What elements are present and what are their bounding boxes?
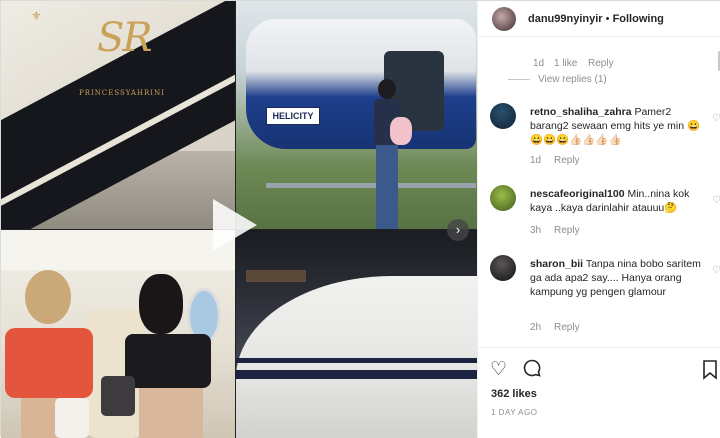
reply-button[interactable]: Reply (588, 58, 614, 69)
comment-body: retno_shaliha_zahra Pamer2 barang2 sewaa… (530, 105, 706, 147)
comment-icon[interactable] (522, 358, 542, 384)
heart-icon[interactable]: ♡ (712, 113, 720, 124)
jet-fuselage (236, 276, 477, 438)
background-lights (246, 270, 306, 282)
comment-body: nescafeoriginal100 Min..nina kok kaya ..… (530, 187, 706, 215)
avatar[interactable] (492, 7, 516, 31)
photo-helicopter: HELICITY (236, 1, 477, 229)
bookmark-icon[interactable] (702, 360, 718, 386)
following-button[interactable]: Following (613, 13, 664, 25)
action-bar: ♡ 362 likes 1 DAY AGO (478, 347, 720, 438)
photo-jet-wing: ⚜ SR PRINCESSYAHRINI (1, 1, 235, 229)
chevron-right-icon[interactable]: › (447, 219, 469, 241)
avatar[interactable] (490, 255, 516, 281)
separator-dot: • (605, 13, 610, 25)
post-sidebar: danu99nyinyir • Following 1d 1 like Repl… (477, 1, 720, 438)
avatar[interactable] (490, 103, 516, 129)
comment-username[interactable]: retno_shaliha_zahra (530, 106, 632, 118)
post-header: danu99nyinyir • Following (478, 1, 720, 37)
avatar[interactable] (490, 185, 516, 211)
comment-time: 3h (530, 225, 542, 236)
fleur-icon: ⚜ (31, 9, 42, 23)
comment-time: 1d (530, 155, 542, 166)
post-date[interactable]: 1 DAY AGO (491, 408, 537, 417)
post-media[interactable]: ⚜ SR PRINCESSYAHRINI HELICITY › (1, 1, 477, 438)
brand-logo: SR (97, 15, 153, 61)
heart-icon[interactable]: ♡ (712, 265, 720, 276)
reply-button[interactable]: Reply (554, 155, 580, 166)
comment-time: 2h (530, 322, 542, 333)
like-count[interactable]: 1 like (554, 58, 577, 69)
header-user: danu99nyinyir • Following (528, 13, 664, 25)
helicity-sign: HELICITY (266, 107, 320, 125)
cabin-ceiling (1, 230, 235, 270)
view-replies-link[interactable]: View replies (1) (538, 74, 607, 85)
reply-button[interactable]: Reply (554, 225, 580, 236)
reply-button[interactable]: Reply (554, 322, 580, 333)
like-count[interactable]: 362 likes (491, 388, 537, 400)
comment-body: sharon_bii Tanpa nina bobo saritem ga ad… (530, 257, 706, 299)
fuselage-stripe (236, 370, 477, 379)
fuselage-stripe (236, 358, 477, 363)
brand-logo-subtitle: PRINCESSYAHRINI (79, 89, 165, 97)
comment-time: 1d (533, 58, 545, 69)
post-frame: ⚜ SR PRINCESSYAHRINI HELICITY › danu99ny… (0, 0, 720, 438)
comment-username[interactable]: nescafeoriginal100 (530, 188, 625, 200)
photo-jet-night (236, 230, 477, 438)
woman-figure (370, 79, 404, 229)
heart-icon[interactable]: ♡ (712, 195, 720, 206)
flower-bouquet (390, 117, 412, 145)
play-icon[interactable] (213, 199, 257, 251)
handbag-white (55, 398, 89, 438)
comment-username[interactable]: sharon_bii (530, 258, 583, 270)
handbag-dark (101, 376, 135, 416)
photo-jet-interior (1, 230, 235, 438)
username-link[interactable]: danu99nyinyir (528, 13, 603, 25)
heart-icon[interactable]: ♡ (490, 358, 507, 381)
comments-list: 1d 1 like Reply View replies (1) retno_s… (478, 37, 720, 347)
